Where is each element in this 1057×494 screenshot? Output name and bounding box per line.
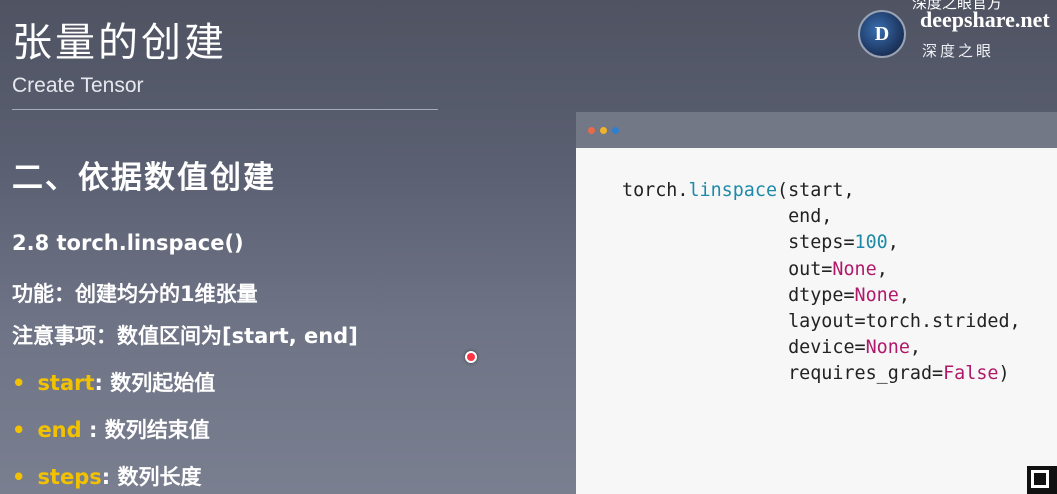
brand-logo: D bbox=[858, 10, 906, 58]
code-line: out=None, bbox=[788, 258, 888, 280]
window-dot-yellow bbox=[600, 127, 607, 134]
bullet-desc: : 数列结束值 bbox=[81, 418, 210, 442]
qr-finder bbox=[1031, 470, 1049, 488]
bullet-marker: • bbox=[12, 465, 26, 489]
brand-name: deepshare.net bbox=[920, 7, 1050, 32]
bullet-end: • end : 数列结束值 bbox=[12, 414, 210, 444]
title-divider bbox=[12, 109, 438, 110]
bullet-key: end bbox=[37, 418, 82, 442]
qr-code-icon bbox=[1027, 466, 1057, 494]
feature-line: 功能：创建均分的1维张量 bbox=[12, 282, 258, 306]
code-line: steps=100, bbox=[788, 232, 899, 254]
logo-letter: D bbox=[874, 23, 890, 45]
bullet-marker: • bbox=[12, 418, 26, 442]
slide-title: 张量的创建 bbox=[12, 20, 227, 66]
code-line: torch.linspace(start, bbox=[622, 180, 855, 201]
bullet-steps: • steps: 数列长度 bbox=[12, 461, 201, 491]
code-window-titlebar bbox=[576, 112, 1057, 148]
window-dot-blue bbox=[612, 127, 619, 134]
slide-subtitle: Create Tensor bbox=[12, 74, 144, 97]
bullet-key: steps bbox=[37, 465, 102, 489]
window-dot-red bbox=[588, 127, 595, 134]
mouse-cursor-marker bbox=[465, 351, 477, 363]
code-line: requires_grad=False) bbox=[788, 363, 1010, 385]
note-line: 注意事项：数值区间为[start, end] bbox=[12, 324, 358, 348]
code-line: end, bbox=[788, 206, 833, 228]
code-line: dtype=None, bbox=[788, 284, 910, 306]
function-heading: 2.8 torch.linspace() bbox=[12, 231, 244, 255]
brand-cn: 深度之眼 bbox=[922, 42, 995, 60]
code-block: torch.linspace(start, end, steps=100, ou… bbox=[622, 178, 1021, 388]
code-window: torch.linspace(start, end, steps=100, ou… bbox=[576, 148, 1057, 494]
bullet-desc: : 数列起始值 bbox=[94, 371, 216, 395]
bullet-start: • start: 数列起始值 bbox=[12, 367, 215, 397]
bullet-key: start bbox=[37, 371, 95, 395]
bullet-desc: : 数列长度 bbox=[101, 465, 202, 489]
bullet-marker: • bbox=[12, 371, 26, 395]
section-heading: 二、依据数值创建 bbox=[12, 160, 276, 196]
code-line: device=None, bbox=[788, 337, 921, 359]
code-line: layout=torch.strided, bbox=[788, 311, 1021, 333]
